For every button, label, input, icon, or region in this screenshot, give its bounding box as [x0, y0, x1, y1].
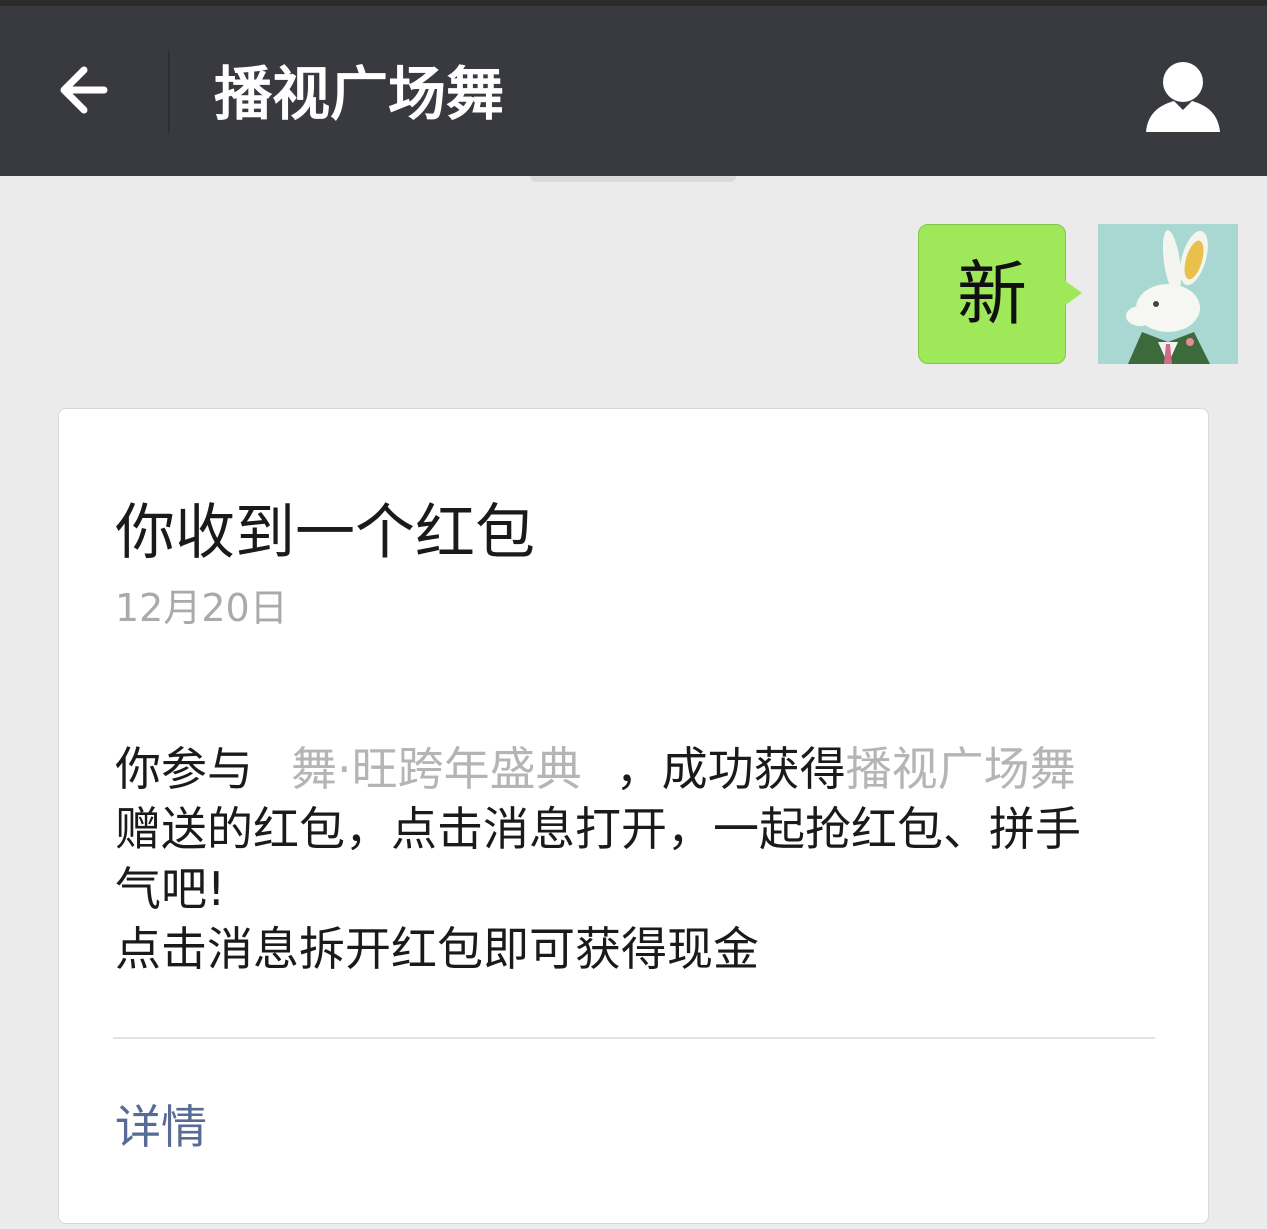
message-bubble[interactable]: 新: [918, 224, 1066, 364]
pull-indicator: [530, 176, 736, 182]
app-header: 播视广场舞: [0, 6, 1267, 176]
avatar[interactable]: [1098, 224, 1238, 364]
body-text: ，成功获得: [615, 742, 846, 796]
sender-name: 播视广场舞: [845, 742, 1076, 796]
back-button[interactable]: [40, 46, 132, 138]
card-divider: [113, 1037, 1155, 1039]
body-text: 你参与: [115, 742, 253, 796]
card-body-line-4: 点击消息拆开红包即可获得现金: [115, 922, 759, 976]
red-packet-card[interactable]: 你收到一个红包 12月20日 你参与 舞·旺跨年盛典 ，成功获得播视广场舞 赠送的红…: [58, 408, 1209, 1224]
header-divider: [168, 51, 170, 133]
bubble-tail: [1064, 280, 1082, 306]
arrow-left-icon: [60, 66, 108, 114]
card-body: 你参与 舞·旺跨年盛典 ，成功获得播视广场舞 赠送的红包，点击消息打开，一起抢红包、…: [115, 739, 1165, 979]
chat-info-button[interactable]: [1138, 52, 1228, 142]
card-body-line-2: 赠送的红包，点击消息打开，一起抢红包、拼手: [115, 802, 1081, 856]
rabbit-avatar: [1098, 224, 1238, 364]
person-icon: [1146, 62, 1220, 132]
chat-title: 播视广场舞: [214, 60, 505, 128]
event-name: 舞·旺跨年盛典: [291, 742, 582, 796]
details-link[interactable]: 详情: [115, 1099, 207, 1155]
card-date: 12月20日: [115, 586, 288, 630]
card-body-line-1: 你参与 舞·旺跨年盛典 ，成功获得播视广场舞: [115, 739, 1165, 799]
card-body-line-3: 气吧!: [115, 862, 226, 916]
message-text: 新: [957, 253, 1027, 335]
card-title: 你收到一个红包: [115, 498, 535, 568]
